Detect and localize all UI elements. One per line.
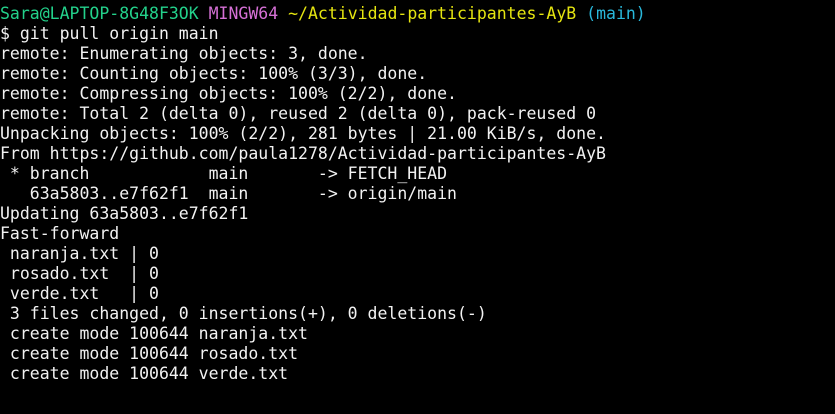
output-line: verde.txt | 0 (0, 284, 159, 303)
output-line: 3 files changed, 0 insertions(+), 0 dele… (0, 304, 487, 323)
terminal-window[interactable]: Sara@LAPTOP-8G48F3OK MINGW64 ~/Actividad… (0, 0, 835, 414)
prompt-system: MINGW64 (208, 4, 279, 23)
output-line: create mode 100644 verde.txt (0, 364, 289, 383)
output-line: remote: Counting objects: 100% (3/3), do… (0, 64, 428, 83)
output-line: remote: Enumerating objects: 3, done. (0, 44, 368, 63)
prompt-branch: (main) (586, 4, 646, 23)
prompt-line: Sara@LAPTOP-8G48F3OK MINGW64 ~/Actividad… (0, 4, 835, 24)
output-line: remote: Total 2 (delta 0), reused 2 (del… (0, 104, 597, 123)
output-line: create mode 100644 naranja.txt (0, 324, 308, 343)
output-line: Updating 63a5803..e7f62f1 (0, 204, 249, 223)
prompt-user-host: Sara@LAPTOP-8G48F3OK (0, 4, 199, 23)
output-line: 63a5803..e7f62f1 main -> origin/main (0, 184, 457, 203)
output-line: Fast-forward (0, 224, 120, 243)
output-line: remote: Compressing objects: 100% (2/2),… (0, 84, 457, 103)
output-line: * branch main -> FETCH_HEAD (0, 164, 448, 183)
output-line: create mode 100644 rosado.txt (0, 344, 299, 363)
output-line: From https://github.com/paula1278/Activi… (0, 144, 606, 163)
output-line: rosado.txt | 0 (0, 264, 159, 283)
output-line: Unpacking objects: 100% (2/2), 281 bytes… (0, 124, 606, 143)
command-line: $ git pull origin main (0, 24, 219, 43)
prompt-path: ~/Actividad-participantes-AyB (288, 4, 577, 23)
output-line: naranja.txt | 0 (0, 244, 159, 263)
